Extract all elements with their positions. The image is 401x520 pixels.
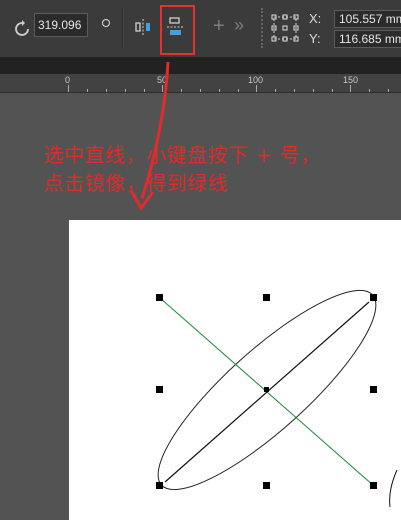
annotation-line-2: 点击镜像，得到绿线	[44, 171, 229, 195]
annotation-arrow	[129, 61, 170, 211]
instruction-annotation: 选中直线，小键盘按下 + 号， 点击镜像，得到绿线	[44, 141, 374, 197]
annotation-line-1: 选中直线，小键盘按下 + 号，	[44, 143, 321, 167]
